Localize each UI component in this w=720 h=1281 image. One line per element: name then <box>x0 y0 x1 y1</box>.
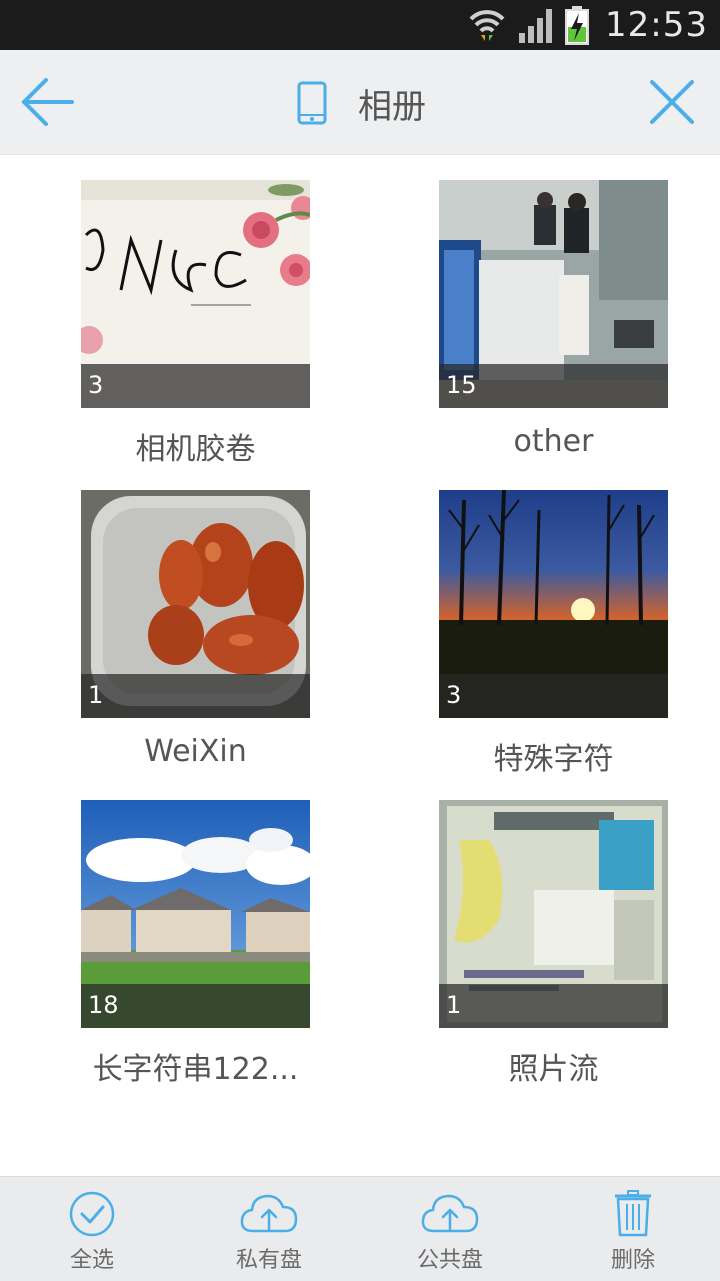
title-bar: 相册 <box>0 50 720 155</box>
album-name: 长字符串122... <box>92 1052 299 1087</box>
album-item[interactable]: 15 other <box>439 180 668 476</box>
status-time: 12:53 <box>605 5 708 45</box>
count-overlay <box>439 984 668 1028</box>
album-name: WeiXin <box>144 734 247 769</box>
private-disk-label: 私有盘 <box>235 1248 302 1273</box>
cloud-upload-icon <box>421 1194 479 1233</box>
photo-count: 18 <box>88 991 119 1019</box>
photo-count: 15 <box>446 371 477 399</box>
count-overlay <box>439 674 668 718</box>
album-item[interactable]: 1 照片流 <box>439 800 668 1096</box>
album-item[interactable]: 3 相机胶卷 <box>81 180 310 476</box>
upload-private-disk-button[interactable]: 私有盘 <box>199 1177 339 1281</box>
wifi-icon <box>469 10 505 41</box>
delete-label: 删除 <box>610 1248 655 1273</box>
back-button[interactable] <box>16 72 80 132</box>
photo-count: 1 <box>88 681 104 709</box>
photo-count: 3 <box>446 681 462 709</box>
count-overlay <box>81 364 310 408</box>
battery-charging-icon <box>565 6 590 45</box>
title-group: 相册 <box>296 78 426 128</box>
album-name: 相机胶卷 <box>135 432 256 467</box>
album-item[interactable]: 3 特殊字符 <box>439 490 668 786</box>
album-name: 特殊字符 <box>493 742 614 777</box>
count-overlay <box>81 674 310 718</box>
page-title: 相册 <box>358 86 426 127</box>
photo-count: 1 <box>446 991 462 1019</box>
select-all-label: 全选 <box>69 1248 114 1273</box>
album-item[interactable]: 18 长字符串122... <box>81 800 310 1096</box>
trash-icon <box>615 1190 651 1237</box>
status-icons: 12:53 <box>467 0 708 50</box>
phone-icon <box>297 81 327 125</box>
album-item[interactable]: 1 WeiXin <box>81 490 310 786</box>
status-bar: 12:53 <box>0 0 720 50</box>
close-button[interactable] <box>642 72 702 132</box>
album-grid: 3 相机胶卷 15 other 1 WeiXin 3 特殊字符 18 长字符串1… <box>0 154 720 1174</box>
arrow-left-icon <box>22 78 74 126</box>
album-name: other <box>513 424 594 459</box>
public-disk-label: 公共盘 <box>416 1248 483 1273</box>
signal-icon <box>519 9 553 43</box>
cloud-upload-icon <box>240 1194 298 1233</box>
close-icon <box>650 80 694 124</box>
album-name: 照片流 <box>508 1052 599 1087</box>
check-circle-icon <box>69 1191 115 1237</box>
photo-count: 3 <box>88 371 104 399</box>
upload-public-disk-button[interactable]: 公共盘 <box>380 1177 520 1281</box>
delete-button[interactable]: 删除 <box>563 1177 703 1281</box>
select-all-button[interactable]: 全选 <box>22 1177 162 1281</box>
bottom-toolbar: 全选 私有盘 公共盘 删除 <box>0 1176 720 1281</box>
